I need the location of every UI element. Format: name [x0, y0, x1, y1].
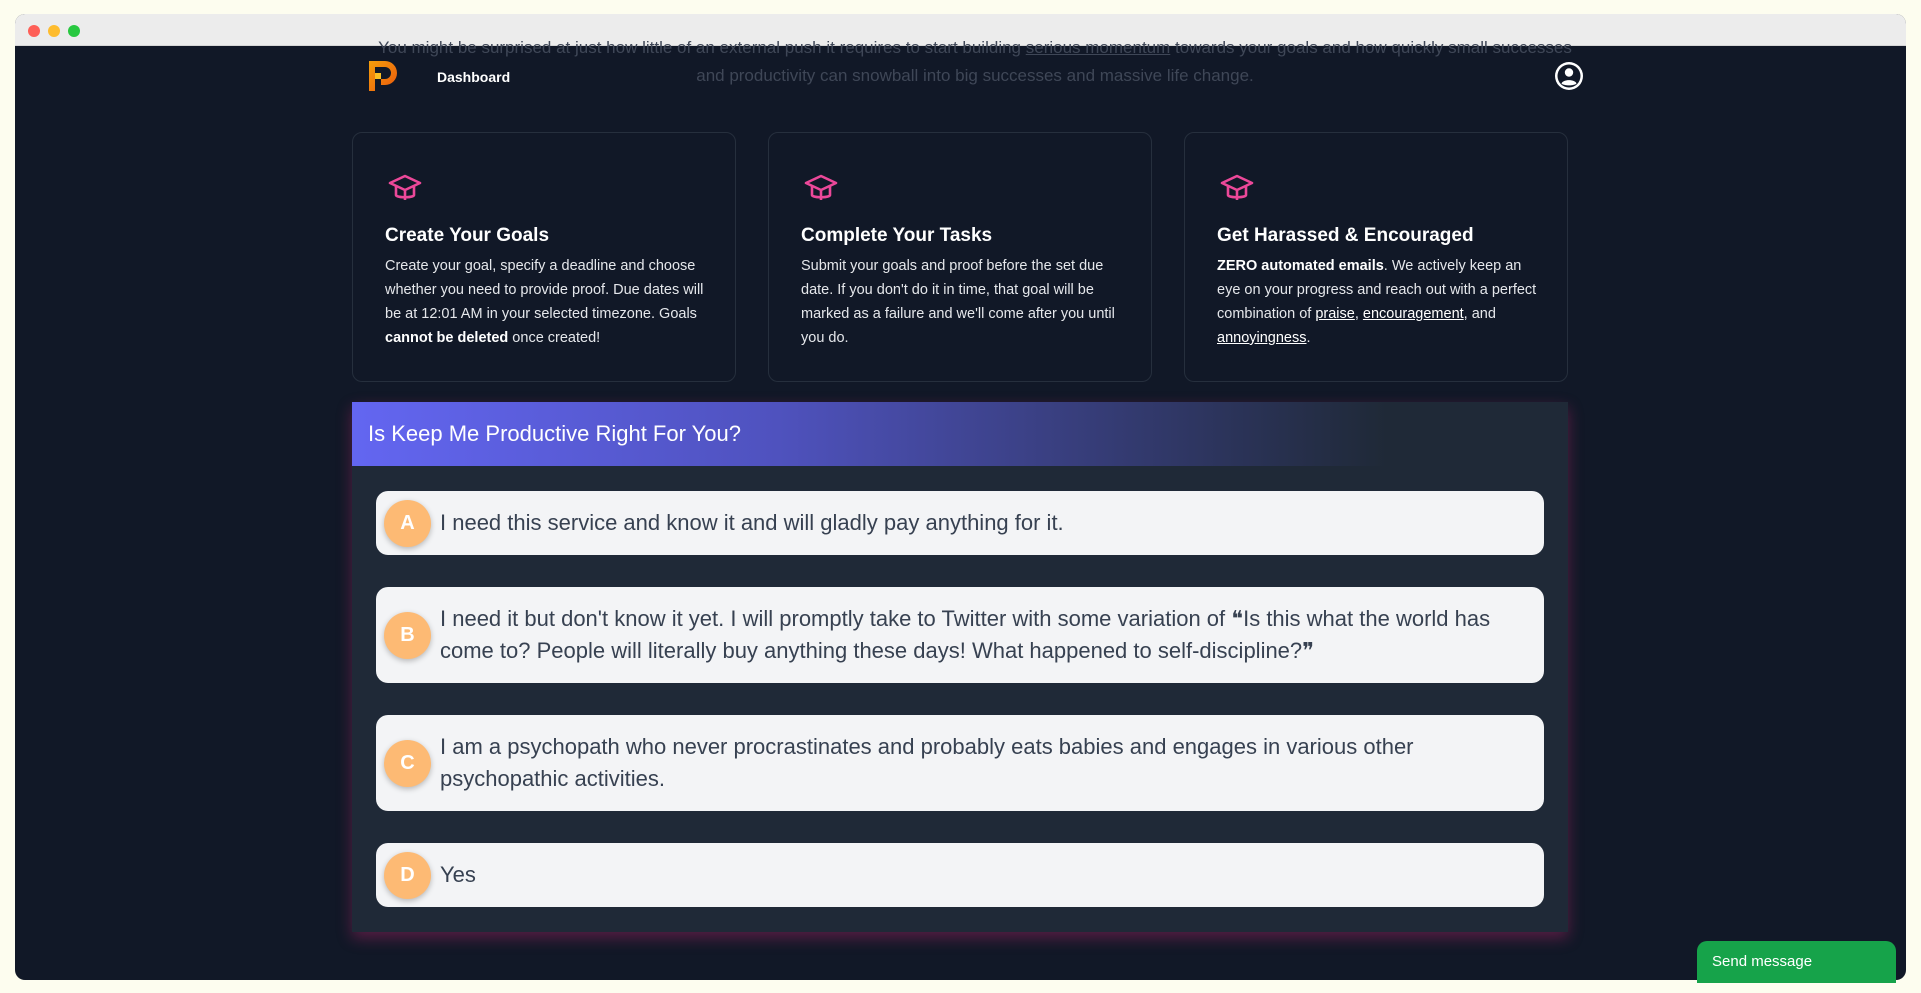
card-description: ZERO automated emails. We actively keep … — [1217, 254, 1547, 350]
quiz-title: Is Keep Me Productive Right For You? — [352, 402, 1568, 466]
option-letter-badge: B — [384, 611, 431, 659]
card-bold-text: cannot be deleted — [385, 330, 509, 346]
card-title: Get Harassed & Encouraged — [1217, 225, 1474, 246]
option-letter-badge: A — [384, 499, 431, 547]
option-text: I am a psychopath who never procrastinat… — [440, 734, 1414, 791]
quiz-option-c[interactable]: C I am a psychopath who never procrastin… — [376, 715, 1544, 811]
navbar: Dashboard — [352, 54, 1584, 98]
quiz-option-d[interactable]: D Yes — [376, 843, 1544, 907]
quiz-option-b[interactable]: B I need it but don't know it yet. I wil… — [376, 587, 1544, 683]
feature-card-harassed-encouraged: Get Harassed & Encouraged ZERO automated… — [1184, 132, 1568, 382]
minimize-window-button[interactable] — [48, 25, 60, 37]
quiz-option-a[interactable]: A I need this service and know it and wi… — [376, 491, 1544, 555]
card-description: Submit your goals and proof before the s… — [801, 258, 1115, 346]
feature-card-create-goals: Create Your Goals Create your goal, spec… — [352, 132, 736, 382]
card-bold-text: ZERO automated emails — [1217, 258, 1384, 274]
browser-window: You might be surprised at just how littl… — [15, 14, 1906, 980]
brand-logo[interactable] — [367, 59, 399, 93]
option-text: I need it but don't know it yet. I will … — [440, 606, 1491, 663]
card-text-end: . — [1306, 330, 1311, 346]
page-content: You might be surprised at just how littl… — [15, 38, 1906, 980]
nav-dashboard-link[interactable]: Dashboard — [437, 69, 510, 85]
option-text: Yes — [440, 862, 476, 887]
option-text: I need this service and know it and will… — [440, 510, 1064, 535]
user-circle-icon[interactable] — [1554, 61, 1584, 91]
quiz-panel: Is Keep Me Productive Right For You? A I… — [352, 402, 1568, 932]
card-description: Create your goal, specify a deadline and… — [385, 254, 715, 350]
encouragement-link[interactable]: encouragement — [1363, 306, 1464, 322]
card-title: Create Your Goals — [385, 225, 550, 246]
graduation-cap-icon — [388, 174, 422, 200]
separator: , and — [1463, 306, 1496, 322]
card-title: Complete Your Tasks — [801, 225, 993, 246]
option-letter-badge: C — [384, 739, 431, 787]
card-text-end: once created! — [508, 330, 601, 346]
maximize-window-button[interactable] — [68, 25, 80, 37]
close-window-button[interactable] — [28, 25, 40, 37]
option-letter-badge: D — [384, 851, 431, 899]
separator: , — [1354, 306, 1363, 322]
card-text: Create your goal, specify a deadline and… — [385, 258, 704, 322]
praise-link[interactable]: praise — [1315, 306, 1355, 322]
graduation-cap-icon — [804, 174, 838, 200]
annoyingness-link[interactable]: annoyingness — [1217, 330, 1307, 346]
feature-card-complete-tasks: Complete Your Tasks Submit your goals an… — [768, 132, 1152, 382]
send-message-button[interactable]: Send message — [1697, 941, 1896, 983]
graduation-cap-icon — [1220, 174, 1254, 200]
